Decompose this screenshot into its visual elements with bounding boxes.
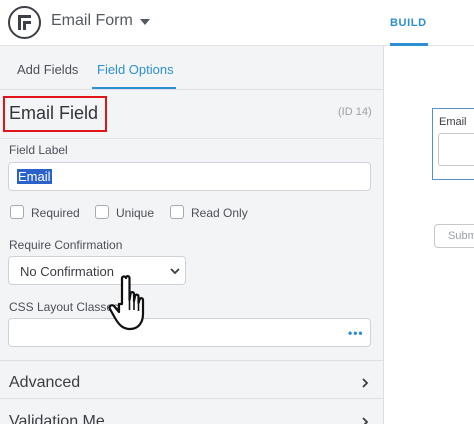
ninja-forms-logo-icon[interactable] xyxy=(8,6,41,39)
checkbox-label[interactable]: Unique xyxy=(116,206,154,220)
form-title[interactable]: Email Form xyxy=(51,12,133,30)
section-validation[interactable]: Validation Me xyxy=(9,413,105,424)
field-id: (ID 14) xyxy=(338,106,372,118)
divider xyxy=(0,398,384,399)
divider xyxy=(0,360,384,361)
preview-submit-button[interactable]: Subm xyxy=(434,224,474,248)
field-name-title: Email Field xyxy=(9,103,99,123)
require-confirmation-caption: Require Confirmation xyxy=(9,238,123,252)
checkbox-box[interactable] xyxy=(95,205,109,219)
chevron-down-icon[interactable] xyxy=(169,265,181,277)
drawer-tabs: Add Fields Field Options xyxy=(0,46,384,90)
select-value[interactable]: No Confirmation xyxy=(20,264,114,279)
chevron-right-icon[interactable] xyxy=(360,377,370,389)
tab-build-indicator xyxy=(390,43,428,46)
hand-pointer-icon xyxy=(108,275,145,331)
tab-field-options[interactable]: Field Options xyxy=(97,62,174,77)
top-bar: Email Form BUILD xyxy=(0,0,474,46)
field-options-drawer: Add Fields Field Options Email Field (ID… xyxy=(0,46,384,424)
require-confirmation-select[interactable]: No Confirmation xyxy=(8,256,186,285)
css-classes-caption: CSS Layout Classes xyxy=(9,300,120,314)
checkbox-box[interactable] xyxy=(170,205,184,219)
preview-submit-label: Subm xyxy=(448,230,474,242)
field-label-input[interactable]: Email xyxy=(8,162,371,191)
tab-add-fields[interactable]: Add Fields xyxy=(17,62,78,77)
tab-build[interactable]: BUILD xyxy=(390,17,427,29)
chevron-down-icon[interactable] xyxy=(140,19,150,25)
field-label-value[interactable]: Email xyxy=(17,169,52,184)
checkbox-box[interactable] xyxy=(10,205,24,219)
checkbox-label[interactable]: Read Only xyxy=(191,206,248,220)
field-label-caption: Field Label xyxy=(9,143,68,157)
css-classes-input[interactable]: ••• xyxy=(8,318,371,347)
preview-email-input xyxy=(438,133,474,166)
tab-field-options-indicator xyxy=(92,87,176,89)
checkbox-label[interactable]: Required xyxy=(31,206,80,220)
ellipsis-icon[interactable]: ••• xyxy=(348,327,364,339)
preview-email-field[interactable]: Email xyxy=(432,108,474,180)
section-advanced[interactable]: Advanced xyxy=(9,374,80,392)
chevron-right-icon[interactable] xyxy=(360,416,370,424)
preview-field-label: Email xyxy=(439,116,467,128)
divider xyxy=(0,138,384,139)
